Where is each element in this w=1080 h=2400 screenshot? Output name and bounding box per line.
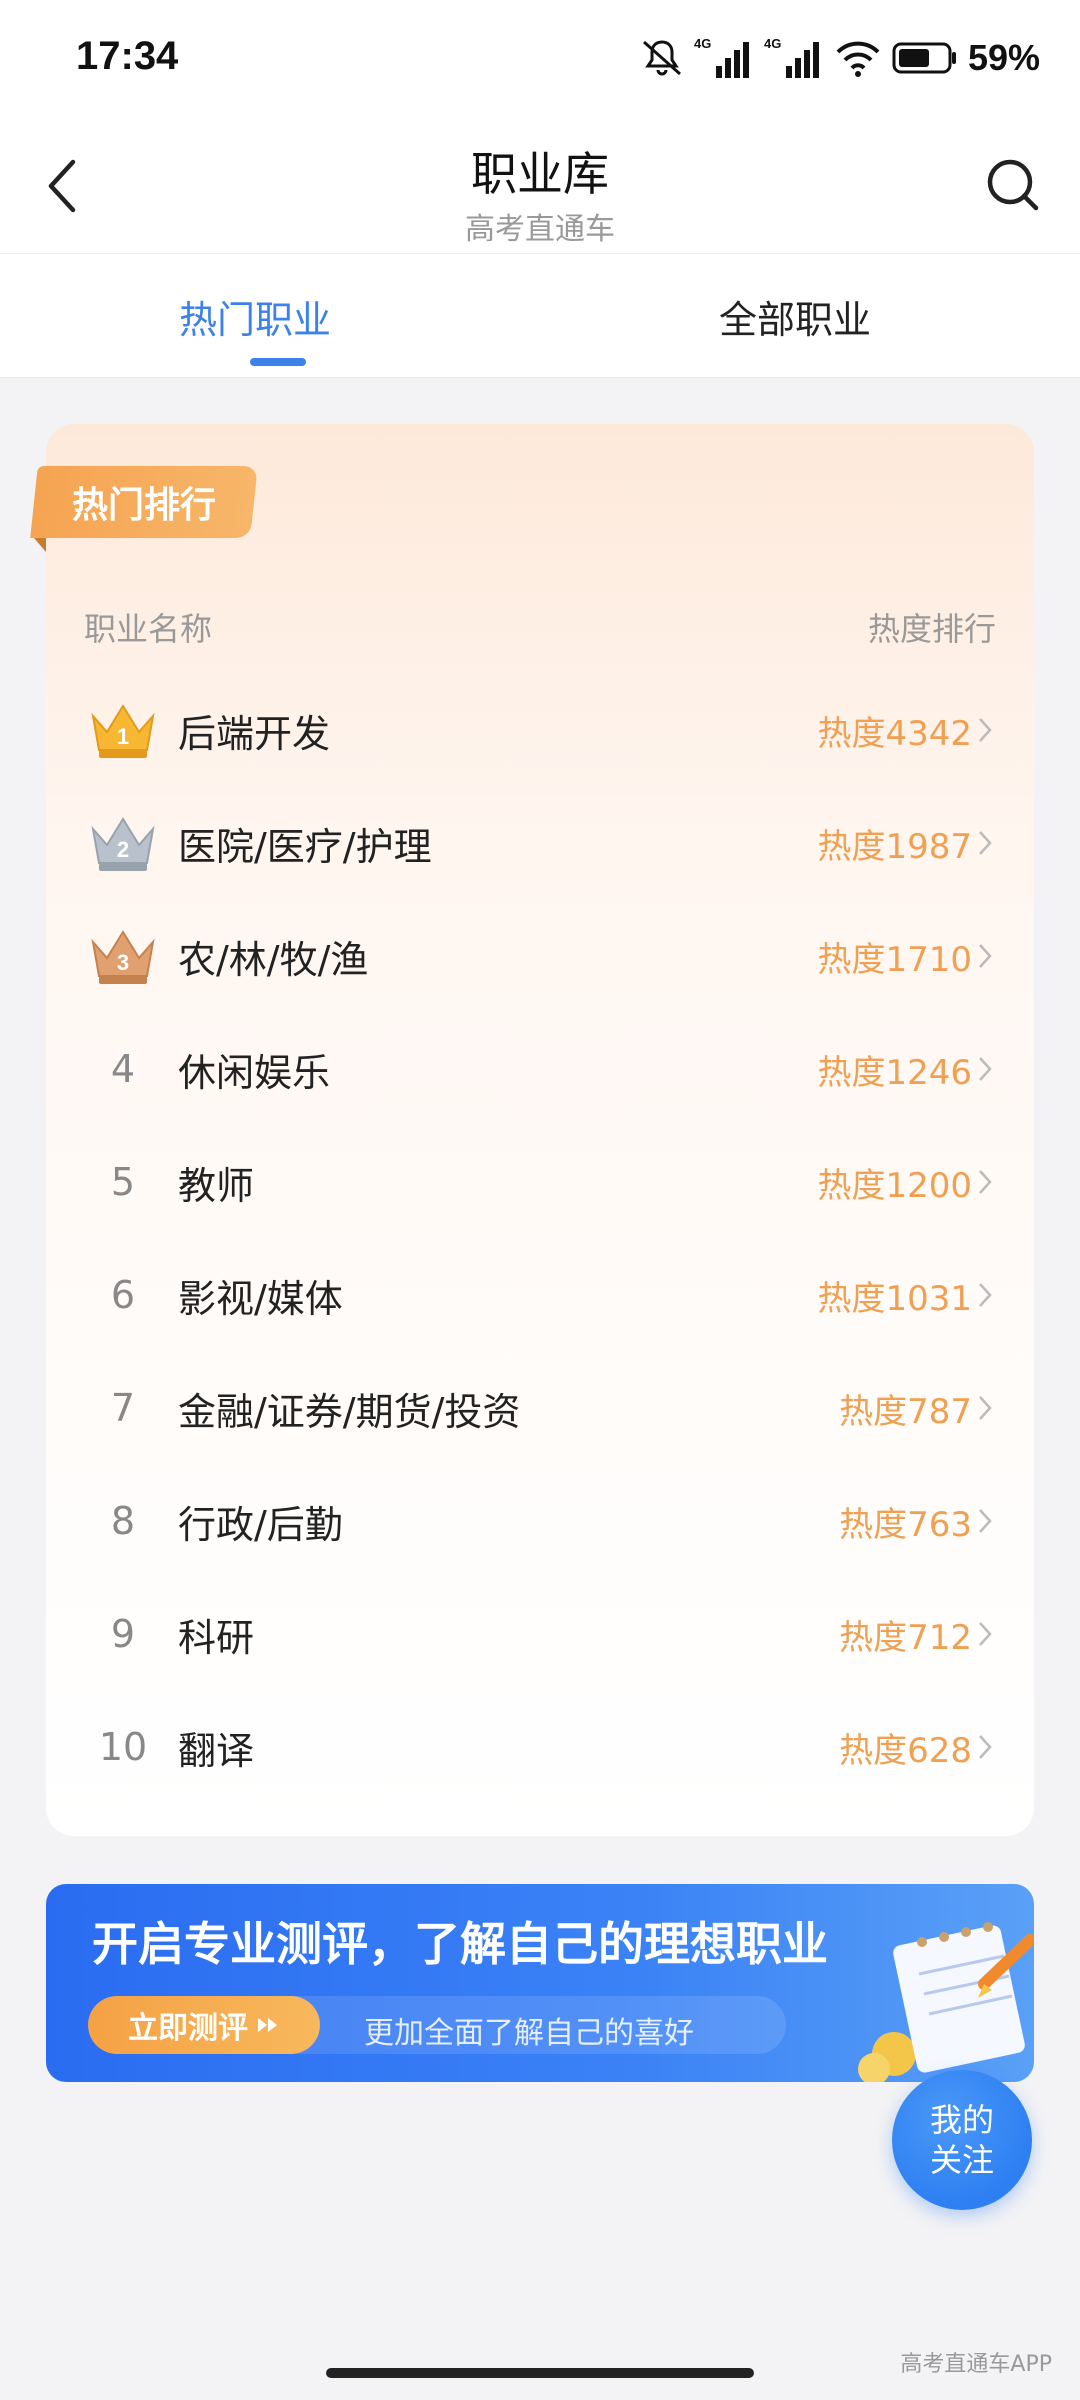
battery-icon [892,42,956,74]
career-name: 行政/后勤 [178,1502,343,1547]
heat-value: 热度4342 [817,713,972,754]
career-name: 休闲娱乐 [178,1050,331,1095]
nav-bar: 职业库 高考直通车 [0,120,1080,254]
chevron-right-icon [974,936,996,976]
start-assessment-label: 立即测评 [128,2011,248,2046]
career-name: 金融/证券/期货/投资 [178,1389,521,1434]
mute-icon [642,40,681,76]
ranking-badge: 热门排行 [30,466,258,538]
search-button[interactable] [974,150,1054,222]
banner-subtitle: 更加全面了解自己的喜好 [364,2016,694,2051]
tab-active-indicator [250,358,306,366]
gold-crown-icon: 1 [78,674,168,786]
heat-value: 热度628 [839,1730,972,1771]
chevron-right-icon [974,1162,996,1202]
heat-value: 热度1987 [817,826,972,867]
app-watermark: 高考直通车APP [900,2352,1052,2377]
rank-number: 9 [110,1612,136,1656]
career-name: 后端开发 [178,711,331,756]
career-name: 翻译 [178,1728,255,1773]
ranking-badge-label: 热门排行 [71,485,216,526]
page-title: 职业库 [471,147,609,201]
chevron-right-icon [974,1275,996,1315]
rank-number: 4 [110,1047,136,1091]
notebook-pen-illustration [858,1922,1034,2082]
chevron-right-icon [974,1388,996,1428]
ranking-row[interactable]: 6 影视/媒体 热度1031 [46,1239,1034,1351]
career-name: 影视/媒体 [178,1276,343,1321]
heat-value: 热度787 [839,1391,972,1432]
banner-title: 开启专业测评，了解自己的理想职业 [92,1917,828,1971]
career-name: 医院/医疗/护理 [178,824,432,869]
ranking-row[interactable]: 1 后端开发 热度4342 [46,674,1034,786]
chevron-right-icon [974,823,996,863]
ranking-row[interactable]: 10 翻译 热度628 [46,1691,1034,1803]
rank-number: 5 [110,1160,136,1204]
career-name: 科研 [178,1615,255,1660]
rank-number: 3 [117,950,129,975]
assessment-banner[interactable]: 开启专业测评，了解自己的理想职业 更加全面了解自己的喜好 立即测评 [46,1884,1034,2082]
rank-number: 1 [117,724,129,749]
heat-value: 热度763 [839,1504,972,1545]
status-icons: 4G 4G 59% [640,30,1040,86]
ranking-row[interactable]: 4 休闲娱乐 热度1246 [46,1013,1034,1125]
start-assessment-button[interactable]: 立即测评 [88,1996,320,2054]
ranking-row[interactable]: 5 教师 热度1200 [46,1126,1034,1238]
ranking-row[interactable]: 9 科研 热度712 [46,1578,1034,1690]
search-icon [987,159,1039,211]
my-follows-button[interactable]: 我的 关注 [892,2070,1032,2210]
heat-value: 热度712 [839,1617,972,1658]
chevron-right-icon [974,1049,996,1089]
fab-line-1: 我的 [929,2101,994,2139]
chevron-right-icon [974,1727,996,1767]
heat-value: 热度1200 [817,1165,972,1206]
chevron-right-icon [974,1614,996,1654]
career-name: 农/林/牧/渔 [178,937,369,982]
heat-value: 热度1031 [817,1278,972,1319]
heat-value: 热度1710 [817,939,972,980]
ranking-row[interactable]: 3 农/林/牧/渔 热度1710 [46,900,1034,1012]
rank-number: 2 [117,837,129,862]
rank-number: 8 [110,1499,136,1543]
career-name: 教师 [178,1163,255,1208]
tab-all-careers[interactable]: 全部职业 [540,254,1080,378]
chevron-right-icon [974,710,996,750]
page-subtitle: 高考直通车 [465,212,615,247]
battery-level: 59% [967,37,1040,78]
bronze-crown-icon: 3 [78,900,168,1012]
fab-line-2: 关注 [929,2141,994,2179]
ribbon-fold [34,538,46,552]
wifi-icon [836,41,880,77]
ranking-row[interactable]: 2 医院/医疗/护理 热度1987 [46,787,1034,899]
signal-icon: 4G [694,36,749,78]
home-indicator[interactable] [326,2368,754,2378]
rank-number: 7 [110,1386,136,1430]
heat-value: 热度1246 [817,1052,972,1093]
column-header-name: 职业名称 [84,610,213,648]
double-arrow-icon [258,2018,277,2032]
signal-icon: 4G [764,36,819,78]
column-header-heat: 热度排行 [867,610,996,648]
rank-number: 6 [110,1273,136,1317]
tab-bar: 热门职业 全部职业 [0,254,1080,378]
ranking-row[interactable]: 7 金融/证券/期货/投资 热度787 [46,1352,1034,1464]
network-label: 4G [694,36,711,51]
silver-crown-icon: 2 [78,787,168,899]
rank-number: 10 [98,1725,148,1769]
network-label: 4G [764,36,781,51]
status-time: 17:34 [76,34,179,78]
ranking-row[interactable]: 8 行政/后勤 热度763 [46,1465,1034,1577]
status-bar: 17:34 4G 4G 59% [0,0,1080,120]
chevron-right-icon [974,1501,996,1541]
